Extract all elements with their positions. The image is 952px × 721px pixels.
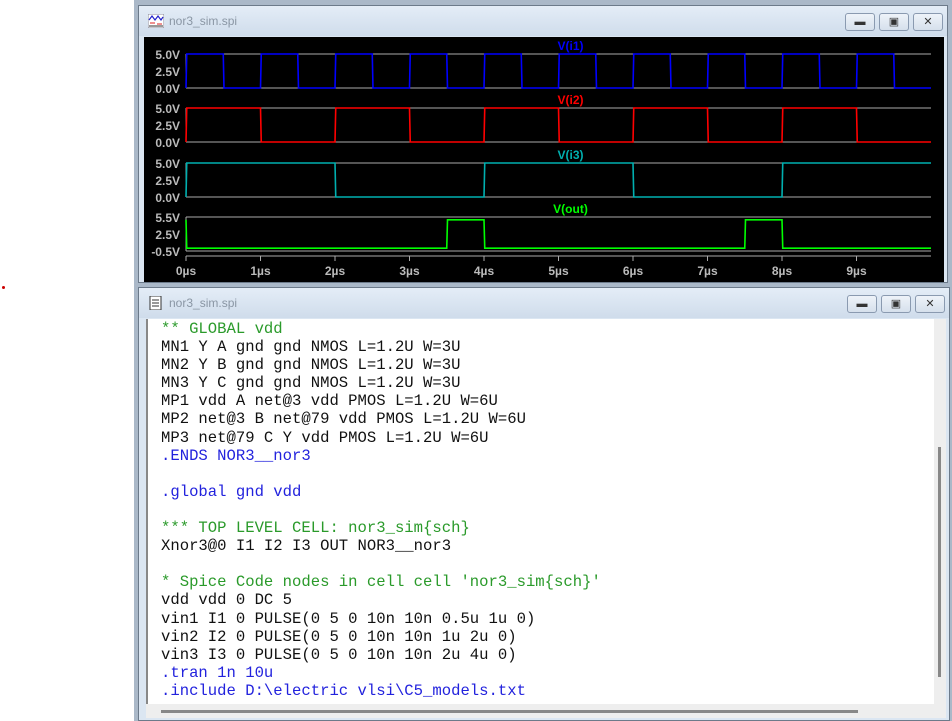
- x-tick-label: 3µs: [399, 264, 420, 278]
- code-line: vdd vdd 0 DC 5: [161, 591, 293, 610]
- code-line: * Spice Code nodes in cell cell 'nor3_si…: [161, 573, 601, 592]
- code-line: *** TOP LEVEL CELL: nor3_sim{sch}: [161, 519, 470, 538]
- code-line: .tran 1n 10u: [161, 663, 274, 682]
- y-tick-label: 5.5V: [155, 211, 180, 225]
- code-line: .include D:\electric vlsi\C5_models.txt: [161, 681, 526, 700]
- waveform-window: nor3_sim.spi ▬ ▣ ✕ 5.0V 2.5V 0.0V V(i1) 5.0V…: [138, 5, 948, 283]
- vertical-scrollbar[interactable]: [934, 319, 946, 704]
- horizontal-scroll-thumb[interactable]: [161, 710, 858, 713]
- code-line: MN1 Y A gnd gnd NMOS L=1.2U W=3U: [161, 338, 461, 357]
- minimize-button[interactable]: ▬: [845, 13, 875, 31]
- series-label: V(i3): [557, 148, 583, 162]
- y-tick-label: 5.0V: [155, 157, 180, 171]
- vertical-scroll-thumb[interactable]: [938, 447, 941, 677]
- y-tick-label: 0.0V: [155, 191, 180, 205]
- code-line: MN3 Y C gnd gnd NMOS L=1.2U W=3U: [161, 374, 461, 393]
- y-tick-label: -0.5V: [151, 245, 180, 259]
- waveform-app-icon: [148, 14, 164, 28]
- trace-vi1: [185, 53, 931, 89]
- waveform-chart: 5.0V 2.5V 0.0V V(i1) 5.0V 2.5V 0.0V V(i2) 5.0V 2.…: [151, 39, 931, 278]
- y-tick-label: 5.0V: [155, 48, 180, 62]
- y-tick-label: 2.5V: [155, 65, 180, 79]
- code-line: MP1 vdd A net@3 vdd PMOS L=1.2U W=6U: [161, 392, 498, 411]
- series-label: V(i1): [557, 39, 583, 53]
- close-button[interactable]: ✕: [915, 295, 945, 313]
- minimize-button[interactable]: ▬: [847, 295, 877, 313]
- code-line: Xnor3@0 I1 I2 I3 OUT NOR3__nor3: [161, 537, 452, 556]
- y-tick-label: 2.5V: [155, 228, 180, 242]
- code-line: vin1 I1 0 PULSE(0 5 0 10n 10n 0.5u 1u 0): [161, 609, 536, 628]
- netlist-editor[interactable]: ** GLOBAL vdd MN1 Y A gnd gnd NMOS L=1.2U…: [146, 319, 936, 704]
- document-icon: [149, 296, 162, 310]
- y-tick-label: 2.5V: [155, 174, 180, 188]
- series-label: V(i2): [557, 93, 583, 107]
- code-line: .ENDS NOR3__nor3: [161, 446, 311, 465]
- x-tick-label: 5µs: [548, 264, 569, 278]
- horizontal-scrollbar[interactable]: [146, 704, 946, 718]
- x-tick-label: 2µs: [325, 264, 346, 278]
- x-tick-label: 0µs: [176, 264, 197, 278]
- x-tick-label: 1µs: [250, 264, 271, 278]
- x-tick-label: 9µs: [846, 264, 867, 278]
- waveform-titlebar[interactable]: nor3_sim.spi ▬ ▣ ✕: [139, 6, 947, 36]
- series-label: V(out): [553, 202, 588, 216]
- y-tick-label: 5.0V: [155, 102, 180, 116]
- waveform-window-title: nor3_sim.spi: [169, 14, 238, 28]
- code-line: MN2 Y B gnd gnd NMOS L=1.2U W=3U: [161, 356, 461, 375]
- x-tick-label: 6µs: [623, 264, 644, 278]
- netlist-window: nor3_sim.spi ▬ ▣ ✕ ** GLOBAL vdd MN1 Y A …: [138, 287, 950, 721]
- code-line: .global gnd vdd: [161, 482, 302, 501]
- trace-vi3: [185, 162, 931, 198]
- code-line: vin3 I3 0 PULSE(0 5 0 10n 10n 2u 4u 0): [161, 645, 517, 664]
- netlist-window-title: nor3_sim.spi: [169, 296, 238, 310]
- netlist-code: ** GLOBAL vdd MN1 Y A gnd gnd NMOS L=1.2U…: [161, 320, 601, 700]
- netlist-titlebar[interactable]: nor3_sim.spi ▬ ▣ ✕: [139, 288, 949, 318]
- code-line: vin2 I2 0 PULSE(0 5 0 10n 10n 1u 2u 0): [161, 627, 517, 646]
- y-tick-label: 2.5V: [155, 119, 180, 133]
- x-tick-label: 4µs: [474, 264, 495, 278]
- stray-dot: [2, 286, 5, 289]
- close-icon: ✕: [925, 298, 935, 310]
- code-line: MP3 net@79 C Y vdd PMOS L=1.2U W=6U: [161, 428, 489, 447]
- trace-vout: [185, 219, 931, 249]
- maximize-button[interactable]: ▣: [881, 295, 911, 313]
- code-line: MP2 net@3 B net@79 vdd PMOS L=1.2U W=6U: [161, 410, 526, 429]
- maximize-icon: ▣: [888, 16, 900, 28]
- x-tick-label: 8µs: [772, 264, 793, 278]
- close-icon: ✕: [923, 16, 933, 28]
- minimize-icon: ▬: [856, 298, 868, 310]
- waveform-plot[interactable]: 5.0V 2.5V 0.0V V(i1) 5.0V 2.5V 0.0V V(i2) 5.0V 2.…: [144, 37, 944, 282]
- maximize-icon: ▣: [890, 298, 902, 310]
- y-tick-label: 0.0V: [155, 136, 180, 150]
- minimize-icon: ▬: [854, 16, 866, 28]
- close-button[interactable]: ✕: [913, 13, 943, 31]
- code-line: ** GLOBAL vdd: [161, 320, 283, 338]
- maximize-button[interactable]: ▣: [879, 13, 909, 31]
- y-tick-label: 0.0V: [155, 82, 180, 96]
- x-tick-label: 7µs: [697, 264, 718, 278]
- mdi-workspace: nor3_sim.spi ▬ ▣ ✕ 5.0V 2.5V 0.0V V(i1) 5.0V…: [134, 0, 952, 721]
- trace-vi2: [185, 107, 931, 143]
